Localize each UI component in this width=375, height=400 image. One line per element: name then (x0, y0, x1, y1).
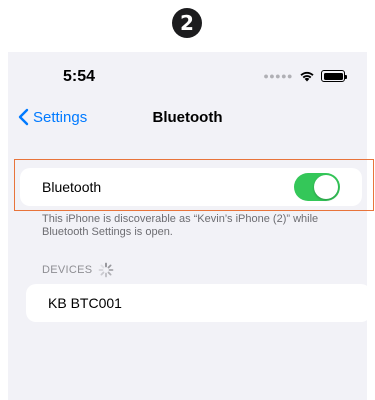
step-number-badge: 2 (172, 8, 202, 38)
wifi-icon (300, 71, 314, 82)
devices-section-header: DEVICES (42, 262, 114, 278)
status-time: 5:54 (63, 68, 96, 85)
status-bar: 5:54 ●●●●● (8, 52, 367, 98)
toggle-knob (314, 175, 338, 199)
status-icons: ●●●●● (263, 70, 347, 82)
devices-header-label: DEVICES (42, 264, 93, 276)
signal-dots-icon: ●●●●● (263, 70, 293, 81)
navigation-bar: Settings Bluetooth (8, 98, 367, 138)
loading-spinner-icon (99, 262, 114, 278)
discoverable-footnote: This iPhone is discoverable as “Kevin’s … (42, 213, 319, 238)
page-title: Bluetooth (152, 109, 223, 126)
bluetooth-toggle[interactable] (294, 173, 340, 201)
phone-screen: 5:54 ●●●●● Settings Bluetooth Bluetooth … (8, 52, 374, 400)
battery-icon (321, 70, 347, 82)
device-name: KB BTC001 (48, 295, 122, 311)
device-list-item[interactable]: KB BTC001 (26, 284, 371, 322)
bluetooth-row: Bluetooth (20, 168, 362, 206)
bluetooth-label: Bluetooth (42, 179, 102, 195)
